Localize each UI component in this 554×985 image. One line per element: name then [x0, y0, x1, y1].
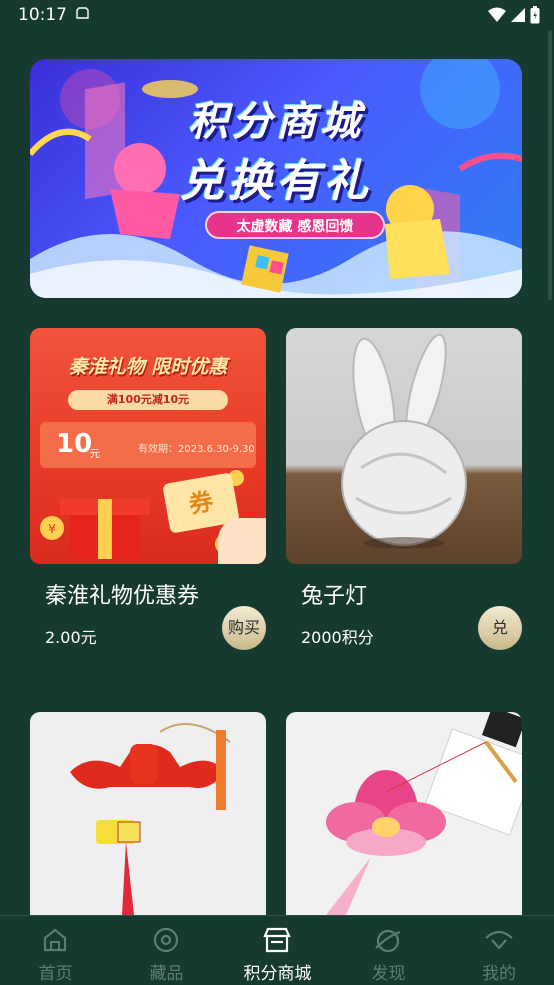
product-price: 2.00元	[45, 628, 97, 647]
nav-label: 藏品	[149, 964, 184, 984]
status-time: 10:17	[18, 5, 67, 25]
promo-banner[interactable]: 积分商城 兑换有礼 太虚数藏 感恩回馈	[30, 59, 522, 298]
rabbit-lantern-illustration	[341, 333, 467, 549]
wifi-icon	[488, 7, 506, 22]
profile-icon	[485, 930, 513, 950]
product-image-lotus-lantern[interactable]	[286, 712, 522, 915]
home-icon	[43, 928, 67, 952]
nav-item-home[interactable]: 首页	[0, 916, 111, 985]
scrollbar[interactable]	[548, 30, 552, 300]
nav-item-points-store[interactable]: 积分商城	[222, 916, 333, 985]
planet-icon	[375, 929, 401, 953]
coupon-amount: 10	[56, 429, 93, 459]
product-price: 2000积分	[301, 628, 374, 647]
battery-icon	[530, 6, 540, 24]
collection-icon	[153, 927, 179, 953]
bottom-navigation: 首页 藏品 积分商城 发现 我的	[0, 915, 554, 985]
product-image-coupon[interactable]: 秦淮礼物 限时优惠 满100元减10元 10 元 有效期：2023.6.30-9…	[30, 328, 266, 564]
nav-label: 首页	[38, 964, 73, 984]
svg-text:¥: ¥	[48, 522, 56, 536]
product-image-rabbit-lantern[interactable]	[286, 328, 522, 564]
nav-label: 发现	[371, 964, 406, 984]
banner-title-line2: 兑换有礼	[180, 156, 372, 207]
nav-label: 我的	[482, 964, 516, 984]
status-icons	[488, 6, 540, 24]
status-bar: 10:17	[0, 0, 554, 30]
banner-title-line1: 积分商城	[188, 99, 364, 145]
redeem-button[interactable]: 兑	[478, 606, 522, 650]
product-name[interactable]: 秦淮礼物优惠券	[45, 578, 199, 610]
palace-lantern-illustration	[70, 723, 231, 915]
product-image-palace-lantern[interactable]	[30, 712, 266, 915]
buy-button[interactable]: 购买	[222, 606, 266, 650]
coupon-title: 秦淮礼物 限时优惠	[68, 356, 228, 378]
coupon-subtitle: 满100元减10元	[68, 390, 228, 410]
hand-illustration	[218, 518, 266, 564]
product-name[interactable]: 兔子灯	[301, 578, 367, 610]
nav-label: 积分商城	[243, 964, 312, 984]
store-icon	[263, 927, 291, 953]
coupon-unit: 元	[90, 449, 100, 460]
lotus-lantern-illustration	[326, 712, 522, 915]
nav-item-collection[interactable]: 藏品	[111, 916, 222, 985]
nav-item-discover[interactable]: 发现	[333, 916, 444, 985]
nav-item-profile[interactable]: 我的	[444, 916, 554, 985]
sim-card-icon	[76, 7, 89, 19]
signal-icon	[511, 8, 525, 22]
coupon-validity: 有效期：2023.6.30-9.30	[138, 444, 255, 455]
banner-tagline: 太虚数藏 感恩回馈	[205, 211, 385, 239]
